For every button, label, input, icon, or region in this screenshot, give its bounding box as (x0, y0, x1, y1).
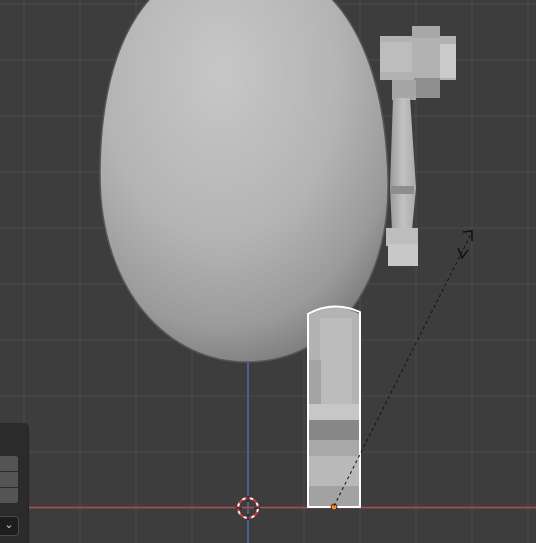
chevron-down-icon[interactable]: ⌄ (0, 516, 19, 536)
selected-object-mesh[interactable] (307, 305, 361, 511)
viewport-canvas[interactable] (0, 0, 536, 543)
3d-viewport[interactable]: ⌄ (0, 0, 536, 543)
hammer-mesh[interactable] (380, 26, 456, 266)
panel-field[interactable] (0, 472, 19, 487)
panel-field[interactable] (0, 456, 19, 471)
tool-options-panel[interactable]: ⌄ (0, 423, 29, 543)
panel-field[interactable] (0, 488, 19, 503)
